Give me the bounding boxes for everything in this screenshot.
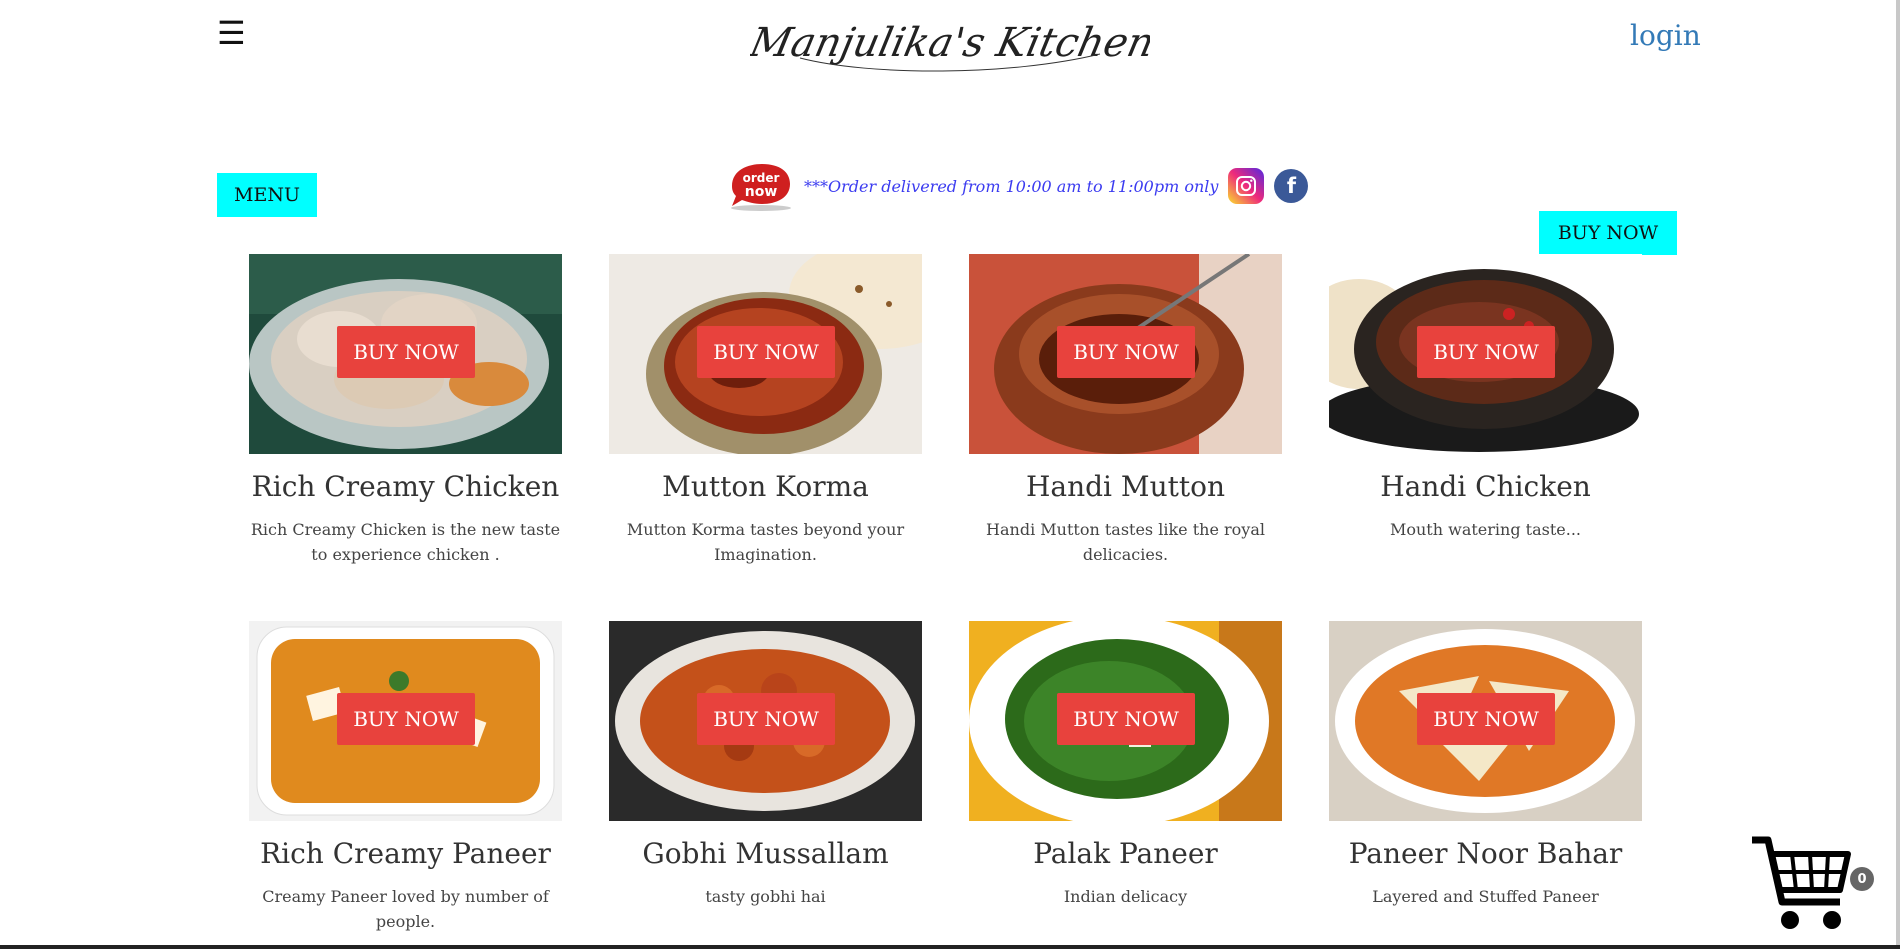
- product-title: Mutton Korma: [662, 470, 869, 503]
- announcement-bar: order now ***Order delivered from 10:00 …: [724, 160, 1309, 212]
- cart-count-badge: 0: [1850, 867, 1874, 891]
- product-description: Indian delicacy: [1063, 887, 1188, 906]
- product-card: BUY NOW Mutton Korma Mutton Korma tastes…: [609, 254, 922, 567]
- buy-now-button[interactable]: BUY NOW: [1417, 693, 1555, 745]
- svg-text:order: order: [743, 171, 780, 185]
- product-description: Handi Mutton tastes like the royal delic…: [986, 520, 1265, 564]
- buy-now-button[interactable]: BUY NOW: [337, 693, 475, 745]
- product-title: Handi Chicken: [1380, 470, 1591, 503]
- product-description: Rich Creamy Chicken is the new taste to …: [250, 520, 561, 564]
- buy-now-button[interactable]: BUY NOW: [1417, 326, 1555, 378]
- delivery-notice: ***Order delivered from 10:00 am to 11:0…: [804, 176, 1219, 196]
- product-image: BUY NOW: [969, 621, 1282, 821]
- login-link[interactable]: login: [1630, 19, 1701, 52]
- product-title: Gobhi Mussallam: [642, 837, 889, 870]
- hamburger-menu-icon[interactable]: ☰: [217, 17, 246, 49]
- product-image: BUY NOW: [609, 621, 922, 821]
- product-image: BUY NOW: [969, 254, 1282, 454]
- product-card: BUY NOW Handi Chicken Mouth watering tas…: [1329, 254, 1642, 542]
- facebook-icon[interactable]: f: [1274, 169, 1309, 203]
- buy-now-button[interactable]: BUY NOW: [1057, 693, 1195, 745]
- order-now-badge-icon: order now: [731, 164, 791, 211]
- brand-logo: Manjulika's Kitchen: [745, 6, 1159, 96]
- scrollbar[interactable]: [1896, 0, 1900, 949]
- buy-now-button[interactable]: BUY NOW: [337, 326, 475, 378]
- product-card: BUY NOW Paneer Noor Bahar Layered and St…: [1329, 621, 1642, 909]
- product-card: BUY NOW Rich Creamy Chicken Rich Creamy …: [249, 254, 562, 567]
- product-card: BUY NOW Gobhi Mussallam tasty gobhi hai: [609, 621, 922, 909]
- product-image: BUY NOW: [249, 254, 562, 454]
- product-image: BUY NOW: [249, 621, 562, 821]
- shopping-cart-icon[interactable]: [1748, 834, 1858, 934]
- menu-button[interactable]: MENU: [217, 173, 317, 217]
- page-divider: [0, 945, 1900, 949]
- product-description: Mouth watering taste...: [1389, 520, 1581, 539]
- product-card: BUY NOW Handi Mutton Handi Mutton tastes…: [969, 254, 1282, 567]
- product-image: BUY NOW: [609, 254, 922, 454]
- instagram-icon[interactable]: [1228, 168, 1265, 204]
- product-description: Mutton Korma tastes beyond your Imaginat…: [626, 520, 905, 564]
- product-card: BUY NOW Rich Creamy Paneer Creamy Paneer…: [249, 621, 562, 934]
- product-description: Creamy Paneer loved by number of people.: [262, 887, 549, 931]
- product-title: Handi Mutton: [1025, 470, 1226, 503]
- svg-text:now: now: [745, 184, 778, 200]
- product-image: BUY NOW: [1329, 254, 1642, 454]
- product-title: Palak Paneer: [1033, 837, 1218, 870]
- product-description: Layered and Stuffed Paneer: [1372, 887, 1599, 906]
- buy-now-button[interactable]: BUY NOW: [1057, 326, 1195, 378]
- buy-now-button[interactable]: BUY NOW: [697, 326, 835, 378]
- buy-now-top-button[interactable]: BUY NOW: [1539, 211, 1677, 255]
- product-title: Paneer Noor Bahar: [1348, 837, 1623, 870]
- buy-now-button[interactable]: BUY NOW: [697, 693, 835, 745]
- product-image: BUY NOW: [1329, 621, 1642, 821]
- product-title: Rich Creamy Paneer: [260, 837, 551, 870]
- product-title: Rich Creamy Chicken: [251, 470, 560, 503]
- product-card: BUY NOW Palak Paneer Indian delicacy: [969, 621, 1282, 909]
- product-description: tasty gobhi hai: [705, 887, 826, 906]
- svg-text:Manjulika's Kitchen: Manjulika's Kitchen: [750, 18, 1150, 65]
